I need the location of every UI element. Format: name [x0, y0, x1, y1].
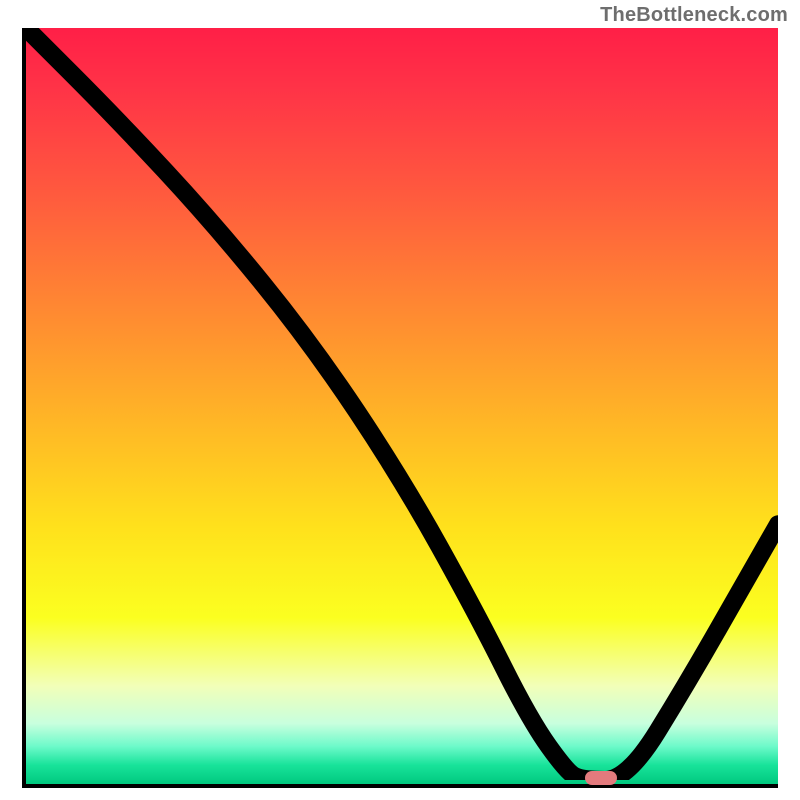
chart-frame: TheBottleneck.com: [0, 0, 800, 800]
attribution-text: TheBottleneck.com: [600, 4, 788, 27]
optimum-marker: [585, 771, 617, 785]
curve-path: [26, 28, 778, 780]
plot-area: [22, 28, 778, 788]
curve-svg: [26, 28, 778, 780]
